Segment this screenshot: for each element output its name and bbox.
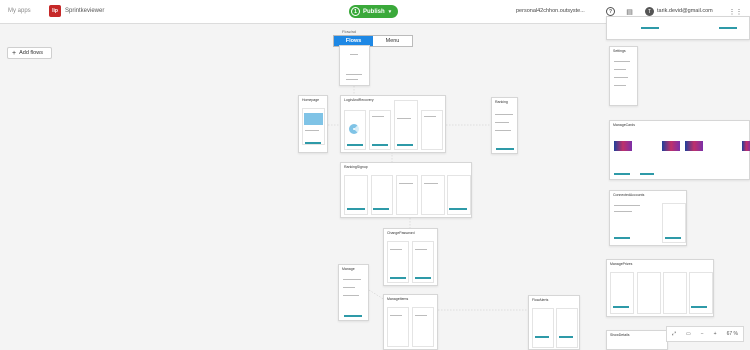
flow-show-details[interactable]: ShowDetails <box>606 330 668 350</box>
node-title: ManagePrizes <box>610 262 633 266</box>
flow-settings[interactable]: Settings <box>609 46 638 106</box>
flow-login-and-recovery[interactable]: LoginAndRecovery <box>340 95 446 153</box>
node-title: ManageCards <box>613 123 635 127</box>
flow-alerts[interactable]: FlowAlerts <box>528 295 580 350</box>
flow-manage-prizes[interactable]: ManagePrizes <box>606 259 714 317</box>
zoom-out-button[interactable]: − <box>701 331 704 337</box>
node-title: RankingSignup <box>344 165 368 169</box>
node-title: ManageItems <box>387 297 409 301</box>
flow-ranking-signup[interactable]: RankingSignup <box>340 162 472 218</box>
node-title: ShowDetails <box>610 333 630 337</box>
node-title: Manage <box>342 267 355 271</box>
flow-connected-accounts[interactable]: ConnectedAccounts <box>609 190 687 246</box>
node-title: Homepage <box>302 98 320 102</box>
node-title: LoginAndRecovery <box>344 98 374 102</box>
node-title: FlowAlerts <box>532 298 549 302</box>
flow-manage-items[interactable]: ManageItems <box>383 294 438 350</box>
flow-ranking[interactable]: Ranking <box>491 97 518 154</box>
zoom-level: 67 % <box>726 331 738 337</box>
overview-icon[interactable]: ▭ <box>686 331 691 337</box>
zoom-in-button[interactable]: + <box>714 331 717 337</box>
flow-homepage[interactable]: Homepage <box>298 95 328 153</box>
node-title: Ranking <box>495 100 508 104</box>
flow-screen-card[interactable] <box>606 16 750 40</box>
node-title: ConnectedAccounts <box>613 193 645 197</box>
node-title: ChangePassword <box>387 231 415 235</box>
zoom-controls: ⤢ ▭ − + 67 % <box>666 326 744 342</box>
flow-manage[interactable]: Manage <box>338 264 369 321</box>
flow-screen-card[interactable] <box>339 45 370 86</box>
flow-change-password[interactable]: ChangePassword <box>383 228 438 286</box>
flow-manage-cards[interactable]: ManageCards <box>609 120 750 180</box>
node-title: Settings <box>613 49 626 53</box>
fit-screen-icon[interactable]: ⤢ <box>672 331 676 337</box>
